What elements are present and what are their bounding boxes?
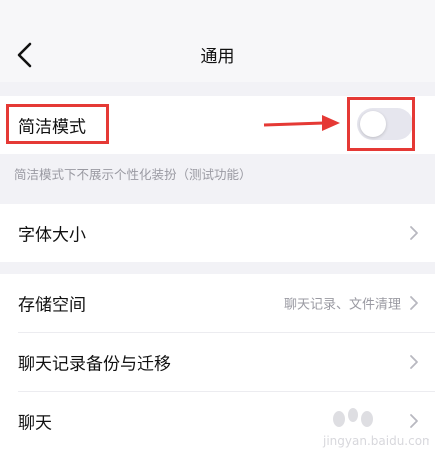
- chevron-right-icon: [410, 296, 418, 310]
- page-title: 通用: [200, 47, 235, 67]
- annotation-box-toggle: [347, 97, 415, 151]
- simple-mode-hint: 简洁模式下不展示个性化装扮（测试功能）: [14, 167, 252, 182]
- watermark-text: jingyan.baidu.com: [322, 434, 429, 448]
- settings-row-value: 聊天记录、文件清理: [283, 297, 401, 313]
- settings-row-label: 聊天记录备份与迁移: [18, 354, 171, 375]
- top-bar: 通用: [0, 0, 435, 82]
- font-size-card: 字体大小: [0, 204, 435, 262]
- settings-row-label: 聊天: [18, 413, 52, 434]
- settings-row-font-size[interactable]: 字体大小: [0, 204, 435, 262]
- settings-row-storage[interactable]: 存储空间 聊天记录、文件清理: [0, 274, 435, 332]
- baidu-watermark-logo: jingyan.baidu.com: [322, 408, 429, 448]
- settings-row-label: 字体大小: [18, 225, 86, 246]
- chevron-right-icon: [410, 226, 418, 240]
- annotation-arrow-icon: [263, 115, 340, 131]
- settings-row-backup[interactable]: 聊天记录备份与迁移: [0, 333, 435, 391]
- settings-row-label: 存储空间: [18, 295, 86, 316]
- chevron-right-icon: [410, 355, 418, 369]
- annotation-box-label: [6, 104, 109, 144]
